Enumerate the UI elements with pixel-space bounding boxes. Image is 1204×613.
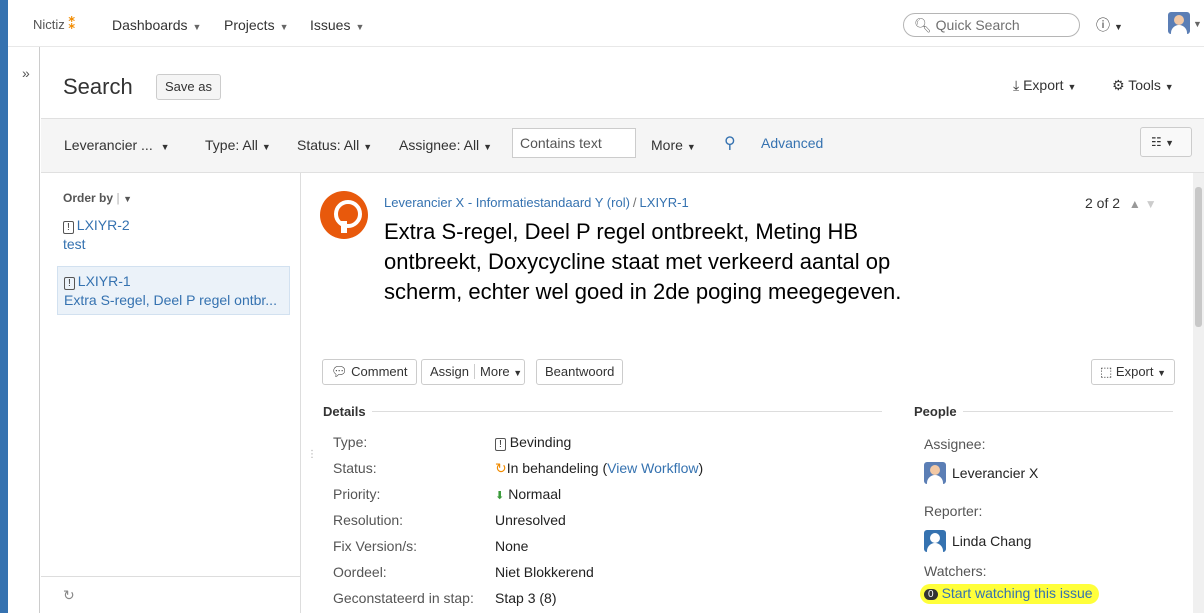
tools-menu-button[interactable]: ⚙ Tools ▼ [1112, 77, 1174, 94]
nav-projects[interactable]: Projects ▼ [224, 17, 289, 33]
breadcrumb: Leverancier X - Informatiestandaard Y (r… [384, 195, 689, 210]
issue-summary: Extra S-regel, Deel P regel ontbreekt, M… [384, 219, 902, 304]
field-priority-value: ⬇ Normaal [495, 486, 562, 502]
beantwoord-button[interactable]: Beantwoord [536, 359, 624, 385]
download-icon: ⤓ [1013, 77, 1020, 93]
comment-button[interactable]: 💬︎ Comment [322, 359, 417, 385]
reporter-label: Reporter: [924, 503, 983, 519]
more-filters-button[interactable]: More ▼ [651, 137, 696, 153]
issue-type-icon: ! [63, 221, 74, 234]
search-icon[interactable]: ⚲ [724, 133, 736, 153]
contains-text-input[interactable]: Contains text [512, 128, 636, 158]
view-workflow-link[interactable]: View Workflow [607, 460, 698, 476]
assignee-filter[interactable]: Assignee: All ▼ [399, 137, 492, 153]
scrollbar[interactable] [1193, 173, 1204, 613]
project-filter[interactable]: Leverancier ... ▼ [64, 137, 170, 153]
field-label: Status: [333, 460, 377, 476]
list-divider [41, 576, 300, 577]
quick-search-input[interactable]: 🔍︎ Quick Search [903, 13, 1080, 37]
assignee-user[interactable]: Leverancier X [924, 462, 1038, 484]
issue-key-link[interactable]: LXIYR-1 [640, 195, 689, 210]
issue-type-icon: ! [64, 277, 75, 290]
nictiz-logo[interactable]: Nictiz ⁑ [33, 14, 76, 34]
user-menu-chevron-down-icon[interactable]: ▼ [1193, 19, 1202, 29]
field-label: Type: [333, 434, 368, 450]
priority-down-arrow-icon: ⬇ [495, 490, 505, 502]
field-resolution-value: Unresolved [495, 512, 566, 528]
status-filter[interactable]: Status: All ▼ [297, 137, 372, 153]
status-in-progress-icon: ↻ [495, 460, 507, 476]
more-actions-button[interactable]: More ▼ [474, 364, 523, 379]
user-avatar[interactable] [1168, 12, 1190, 34]
issue-export-button[interactable]: ⬚ Export ▼ [1091, 359, 1176, 385]
page-title: Search [63, 74, 133, 99]
export-icon: ⬚ [1100, 364, 1113, 379]
nav-dashboards[interactable]: Dashboards ▼ [112, 17, 201, 33]
details-heading: Details [323, 404, 882, 419]
list-item-selected[interactable]: ! LXIYR-1 Extra S-regel, Deel P regel ont… [57, 266, 290, 315]
order-by-button[interactable]: Order by | ▼ [63, 191, 132, 205]
logo-text: Nictiz [33, 16, 65, 32]
comment-icon: 💬︎ [331, 364, 348, 379]
field-label: Geconstateerd in stap: [333, 590, 474, 606]
scrollbar-thumb[interactable] [1195, 187, 1202, 327]
assignee-label: Assignee: [924, 436, 986, 452]
field-label: Resolution: [333, 512, 404, 528]
field-oordeel-value: Niet Blokkerend [495, 564, 594, 580]
watch-count-badge: 0 [924, 589, 938, 600]
double-chevron-right-icon: » [22, 65, 30, 81]
next-issue-icon[interactable]: ▼ [1145, 197, 1157, 211]
layout-icon: ☷ [1151, 135, 1162, 149]
field-fix-version-value: None [495, 538, 529, 554]
field-label: Oordeel: [333, 564, 387, 580]
avatar [924, 462, 946, 484]
issue-type-icon: ! [495, 438, 506, 451]
filter-bar: Leverancier ... ▼ Type: All ▼ Status: All… [41, 118, 1204, 173]
field-type-value: ! Bevinding [495, 434, 571, 451]
issue-list-panel: Order by | ▼ ! LXIYR-2 test ! LXIYR-1 Extr… [41, 173, 301, 613]
field-label: Priority: [333, 486, 381, 502]
top-navigation: Nictiz ⁑ Dashboards ▼ Projects ▼ Issues ▼ 🔍… [8, 0, 1204, 47]
refresh-icon[interactable]: ↻ [63, 587, 75, 604]
logo-mark-icon: ⁑ [67, 16, 77, 33]
export-menu-button[interactable]: ⤓ Export ▼ [1013, 77, 1076, 94]
left-edge-bar [0, 0, 8, 613]
panel-resize-handle[interactable]: ⋮ [307, 450, 317, 460]
avatar [924, 530, 946, 552]
field-status-value: ↻In behandeling (View Workflow) [495, 460, 704, 476]
people-heading: People [914, 404, 1173, 419]
start-watching-link[interactable]: 0 Start watching this issue [920, 584, 1099, 604]
advanced-search-link[interactable]: Advanced [761, 135, 823, 151]
previous-issue-icon[interactable]: ▲ [1129, 197, 1141, 211]
field-stap-value: Stap 3 (8) [495, 590, 557, 606]
reporter-user[interactable]: Linda Chang [924, 530, 1031, 552]
assign-button[interactable]: Assign More ▼ [421, 359, 525, 385]
help-menu[interactable]: ⓘ ▼ [1096, 15, 1123, 35]
save-as-button[interactable]: Save as [156, 74, 221, 100]
list-item[interactable]: ! LXIYR-2 test [57, 211, 290, 258]
project-link[interactable]: Leverancier X - Informatiestandaard Y (r… [384, 195, 630, 210]
layout-switcher-button[interactable]: ☷ ▼ [1140, 127, 1192, 157]
help-icon: ⓘ [1096, 17, 1110, 33]
sidebar-expand-toggle[interactable]: » [8, 47, 40, 613]
project-avatar [320, 191, 368, 239]
issue-pager: 2 of 2 ▲ ▼ [1085, 195, 1157, 211]
search-icon: 🔍︎ [914, 17, 932, 33]
type-filter[interactable]: Type: All ▼ [205, 137, 271, 153]
gear-icon: ⚙ [1112, 77, 1125, 93]
nav-issues[interactable]: Issues ▼ [310, 17, 364, 33]
field-label: Fix Version/s: [333, 538, 418, 554]
watchers-label: Watchers: [924, 563, 987, 579]
